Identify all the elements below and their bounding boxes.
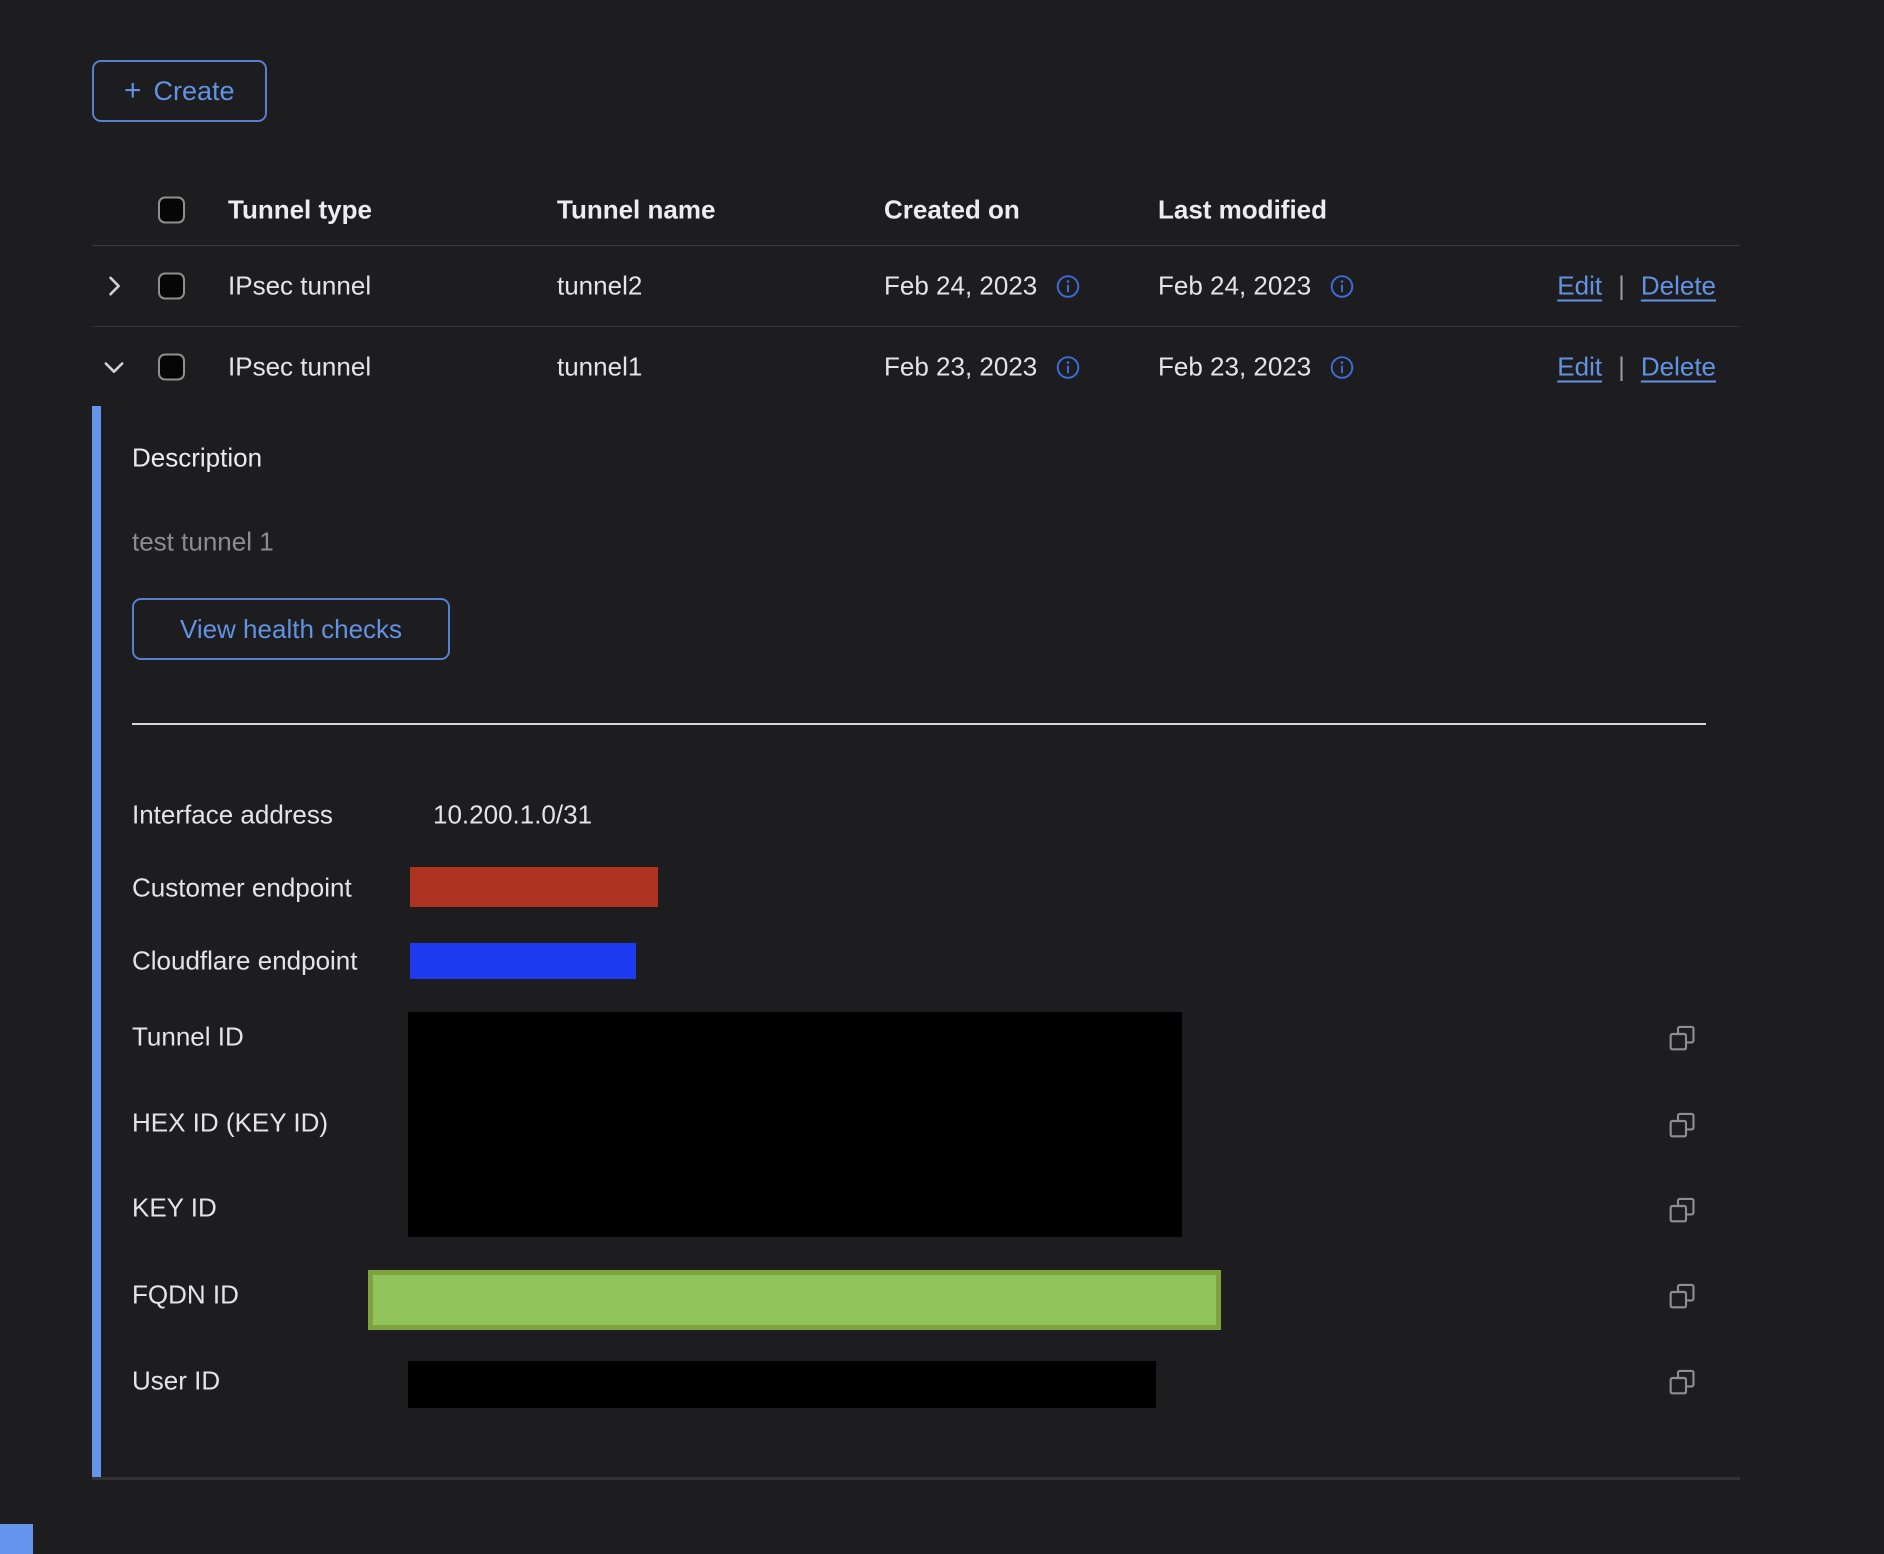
plus-icon: +	[124, 76, 142, 106]
tunnel-name-cell: tunnel1	[557, 352, 642, 383]
table-row: IPsec tunnel tunnel2 Feb 24, 2023 Feb 24…	[92, 246, 1740, 327]
edit-link[interactable]: Edit	[1557, 352, 1602, 383]
copy-icon[interactable]	[1666, 1022, 1698, 1054]
ids-redacted-value	[408, 1012, 1182, 1237]
last-modified-cell: Feb 24, 2023	[1158, 271, 1311, 302]
user-id-redacted-value	[408, 1361, 1156, 1408]
key-id-label: KEY ID	[132, 1193, 217, 1224]
panel-bottom-divider	[92, 1477, 1740, 1480]
tunnel-name-cell: tunnel2	[557, 271, 642, 302]
expanded-panel-accent-bar	[92, 406, 101, 1478]
cloudflare-endpoint-label: Cloudflare endpoint	[132, 946, 358, 977]
bottom-left-accent	[0, 1524, 33, 1554]
row-checkbox[interactable]	[158, 273, 185, 300]
header-created-on: Created on	[884, 195, 1020, 226]
tunnel-id-label: Tunnel ID	[132, 1022, 244, 1053]
row-checkbox[interactable]	[158, 354, 185, 381]
info-icon[interactable]	[1055, 354, 1081, 380]
header-last-modified: Last modified	[1158, 195, 1327, 226]
chevron-down-icon[interactable]	[100, 353, 128, 381]
created-on-cell: Feb 24, 2023	[884, 271, 1037, 302]
delete-link[interactable]: Delete	[1641, 271, 1716, 302]
last-modified-cell: Feb 23, 2023	[1158, 352, 1311, 383]
info-icon[interactable]	[1055, 273, 1081, 299]
delete-link[interactable]: Delete	[1641, 352, 1716, 383]
tunnel-type-cell: IPsec tunnel	[228, 271, 371, 302]
action-separator: |	[1618, 271, 1625, 302]
description-value: test tunnel 1	[132, 527, 274, 558]
select-all-checkbox[interactable]	[158, 197, 185, 224]
cloudflare-endpoint-redacted-value	[410, 943, 636, 979]
header-tunnel-type: Tunnel type	[228, 195, 372, 226]
table-row: IPsec tunnel tunnel1 Feb 23, 2023 Feb 23…	[92, 327, 1740, 407]
customer-endpoint-redacted-value	[410, 867, 658, 907]
info-icon[interactable]	[1329, 273, 1355, 299]
copy-icon[interactable]	[1666, 1109, 1698, 1141]
hex-id-label: HEX ID (KEY ID)	[132, 1108, 328, 1139]
description-heading: Description	[132, 443, 262, 474]
edit-link[interactable]: Edit	[1557, 271, 1602, 302]
interface-address-value: 10.200.1.0/31	[433, 800, 592, 831]
interface-address-label: Interface address	[132, 800, 333, 831]
copy-icon[interactable]	[1666, 1280, 1698, 1312]
copy-icon[interactable]	[1666, 1194, 1698, 1226]
view-health-checks-button[interactable]: View health checks	[132, 598, 450, 660]
section-divider	[132, 723, 1706, 725]
tunnels-page: + Create Tunnel type Tunnel name Created…	[0, 0, 1884, 1554]
create-button-label: Create	[154, 76, 235, 107]
tunnel-type-cell: IPsec tunnel	[228, 352, 371, 383]
copy-icon[interactable]	[1666, 1366, 1698, 1398]
fqdn-id-redacted-value	[368, 1270, 1221, 1330]
table-header-row: Tunnel type Tunnel name Created on Last …	[92, 175, 1740, 246]
action-separator: |	[1618, 352, 1625, 383]
chevron-right-icon[interactable]	[100, 272, 128, 300]
created-on-cell: Feb 23, 2023	[884, 352, 1037, 383]
header-tunnel-name: Tunnel name	[557, 195, 715, 226]
user-id-label: User ID	[132, 1366, 220, 1397]
customer-endpoint-label: Customer endpoint	[132, 873, 352, 904]
create-button[interactable]: + Create	[92, 60, 267, 122]
fqdn-id-label: FQDN ID	[132, 1280, 239, 1311]
info-icon[interactable]	[1329, 354, 1355, 380]
